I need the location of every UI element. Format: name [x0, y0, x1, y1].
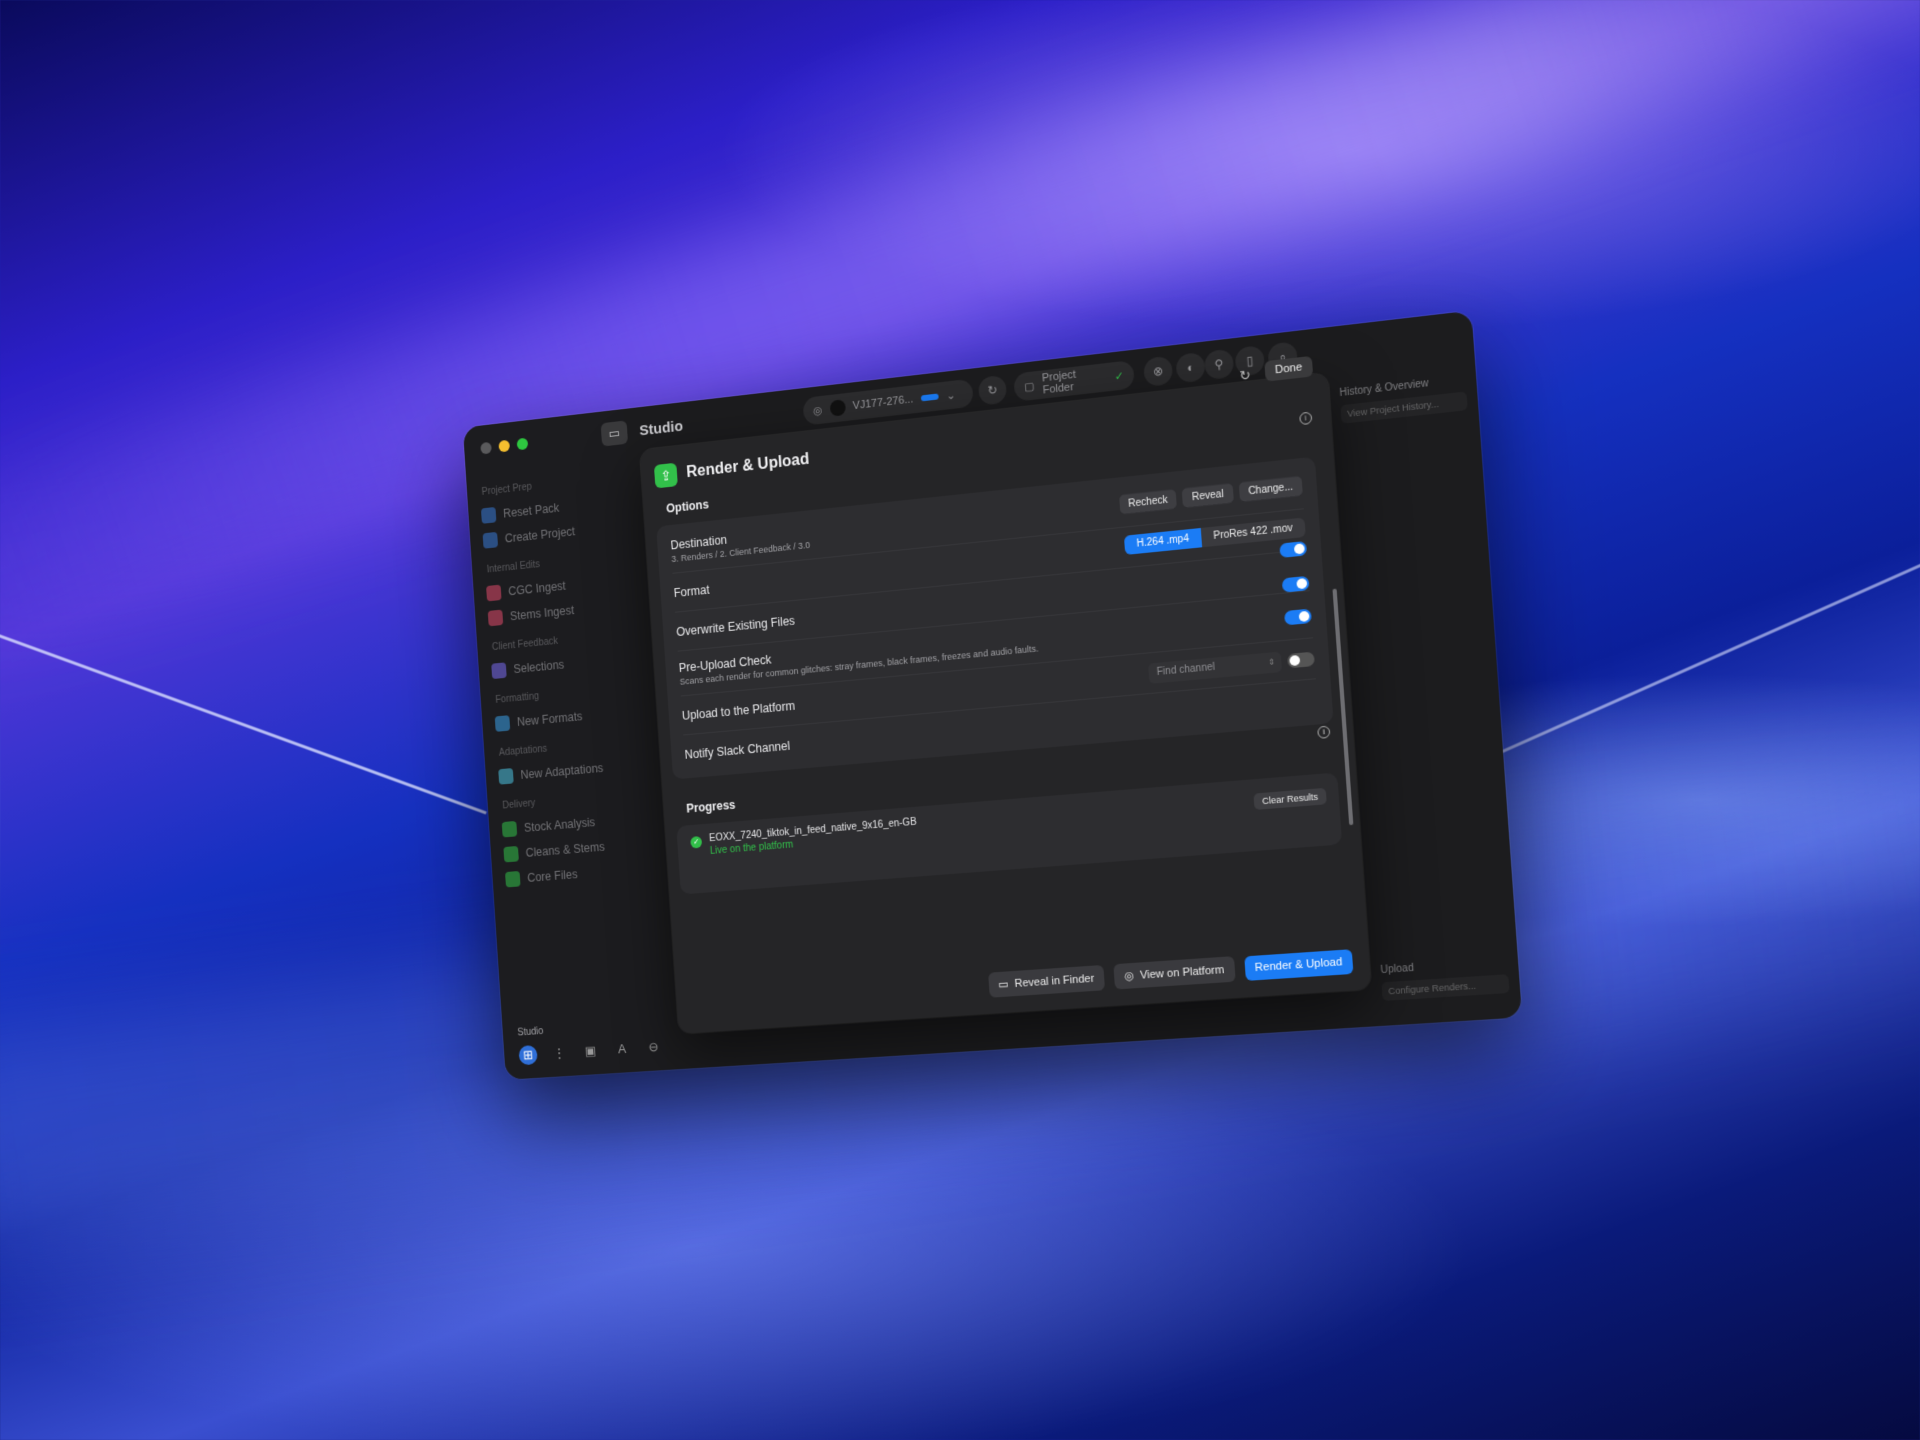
- configure-renders-button[interactable]: Configure Renders...: [1381, 974, 1510, 1001]
- sidebar-item-label: Reset Pack: [502, 500, 560, 521]
- upload-title: Upload: [1380, 962, 1415, 977]
- minimize-window-button[interactable]: [498, 439, 511, 453]
- reveal-in-finder-button[interactable]: ▭ Reveal in Finder: [987, 964, 1106, 998]
- window-title: Studio: [638, 417, 684, 439]
- sidebar-item-label: CGC Ingest: [507, 578, 567, 599]
- sidebar-item-label: Stems Ingest: [509, 603, 575, 624]
- view-on-platform-label: View on Platform: [1139, 963, 1225, 982]
- upload-app-icon: ⇪: [653, 462, 678, 489]
- view-on-platform-button[interactable]: ◎ View on Platform: [1113, 956, 1236, 990]
- sidebar-item-label: Selections: [513, 657, 565, 677]
- sidebar-item-label: Core Files: [526, 867, 578, 885]
- close-window-button[interactable]: [480, 441, 492, 455]
- app-tile-icon: [505, 870, 521, 888]
- pre-upload-controls: [1281, 575, 1312, 625]
- project-code: VJ177-276...: [852, 393, 914, 413]
- sidebar-item-new-adaptations[interactable]: New Adaptations: [498, 752, 647, 790]
- app-tile-icon: [486, 584, 502, 602]
- format-option-h264[interactable]: H.264 .mp4: [1123, 528, 1202, 555]
- slack-channel-select[interactable]: Find channel ⇕: [1148, 651, 1283, 684]
- sidebar-item-label: Cleans & Stems: [525, 839, 606, 860]
- app-tile-icon: [480, 506, 497, 524]
- chevron-down-icon: ⌄: [945, 389, 956, 403]
- format-toggle[interactable]: [1279, 540, 1308, 558]
- change-button[interactable]: Change...: [1238, 475, 1303, 502]
- sidebar-item-label: Stock Analysis: [523, 815, 596, 835]
- checkmark-icon: ✓: [1114, 369, 1125, 383]
- updown-chevron-icon: ⇕: [1267, 656, 1276, 667]
- compass-icon: ◎: [812, 404, 823, 418]
- sidebar-item-label: New Formats: [516, 709, 583, 729]
- app-tile-icon: [503, 845, 519, 863]
- slack-channel-placeholder: Find channel: [1156, 661, 1216, 678]
- project-avatar: [829, 399, 846, 417]
- folder-icon: ▭: [997, 978, 1010, 992]
- more-icon[interactable]: ⊖: [644, 1037, 664, 1058]
- reveal-button[interactable]: Reveal: [1182, 482, 1234, 508]
- upload-platform-title: Upload to the Platform: [681, 698, 796, 723]
- sheet-scroll-area[interactable]: Options Destination 3. Renders / 2. Clie…: [654, 426, 1347, 965]
- grid-icon[interactable]: ⊞: [518, 1044, 538, 1066]
- folder-icon: ▢: [1023, 379, 1035, 394]
- checkmark-circle-icon: ✓: [690, 835, 703, 849]
- render-upload-sheet: ⇪ Render & Upload ↻ Done i Options Desti…: [639, 355, 1372, 1034]
- upload-platform-controls: Find channel ⇕: [1148, 648, 1315, 684]
- app-tile-icon: [491, 662, 507, 680]
- slack-title: Notify Slack Channel: [684, 738, 791, 762]
- waveform-icon[interactable]: ⋮: [549, 1043, 569, 1063]
- done-button[interactable]: Done: [1263, 355, 1314, 382]
- text-box-icon[interactable]: A: [612, 1039, 632, 1060]
- image-icon[interactable]: ▣: [581, 1041, 601, 1062]
- compass-icon: ◎: [1123, 970, 1135, 983]
- sheet-title: Render & Upload: [685, 450, 810, 482]
- sheet-footer: ▭ Reveal in Finder ◎ View on Platform Re…: [987, 948, 1354, 998]
- app-tile-icon: [494, 715, 511, 732]
- sidebar-item-new-formats[interactable]: New Formats: [494, 698, 643, 737]
- info-icon[interactable]: i: [1299, 411, 1313, 426]
- overwrite-controls: [1279, 540, 1308, 573]
- zoom-window-button[interactable]: [516, 437, 529, 451]
- recheck-button[interactable]: Recheck: [1118, 488, 1178, 514]
- progress-card: ✓ EOXX_7240_tiktok_in_feed_native_9x16_e…: [676, 772, 1343, 895]
- slack-toggle[interactable]: [1287, 651, 1315, 668]
- app-scene: ▭ Project Prep Reset Pack Create Project…: [462, 310, 1523, 1080]
- destination-actions: Recheck Reveal Change...: [1118, 475, 1303, 514]
- sidebar-item-label: New Adaptations: [520, 761, 604, 782]
- refresh-icon[interactable]: ↻: [1239, 367, 1251, 385]
- sidebar-list: Project Prep Reset Pack Create Project I…: [479, 460, 654, 893]
- right-pane-bottom: Upload Configure Renders...: [1379, 944, 1510, 1001]
- overwrite-title: Overwrite Existing Files: [675, 613, 796, 639]
- app-tile-icon: [482, 531, 499, 549]
- app-window: ▭ Project Prep Reset Pack Create Project…: [462, 310, 1523, 1080]
- app-tile-icon: [487, 609, 504, 627]
- project-folder-label: Project Folder: [1041, 368, 1077, 397]
- pre-upload-toggle[interactable]: [1283, 608, 1312, 625]
- sidebar-item-label: Create Project: [504, 524, 576, 546]
- render-upload-button[interactable]: Render & Upload: [1243, 948, 1354, 981]
- app-tile-icon: [501, 820, 518, 838]
- format-title: Format: [673, 582, 710, 600]
- app-tile-icon: [498, 768, 514, 785]
- info-icon[interactable]: i: [1317, 725, 1331, 739]
- status-dot: [920, 393, 939, 402]
- reveal-in-finder-label: Reveal in Finder: [1014, 972, 1095, 990]
